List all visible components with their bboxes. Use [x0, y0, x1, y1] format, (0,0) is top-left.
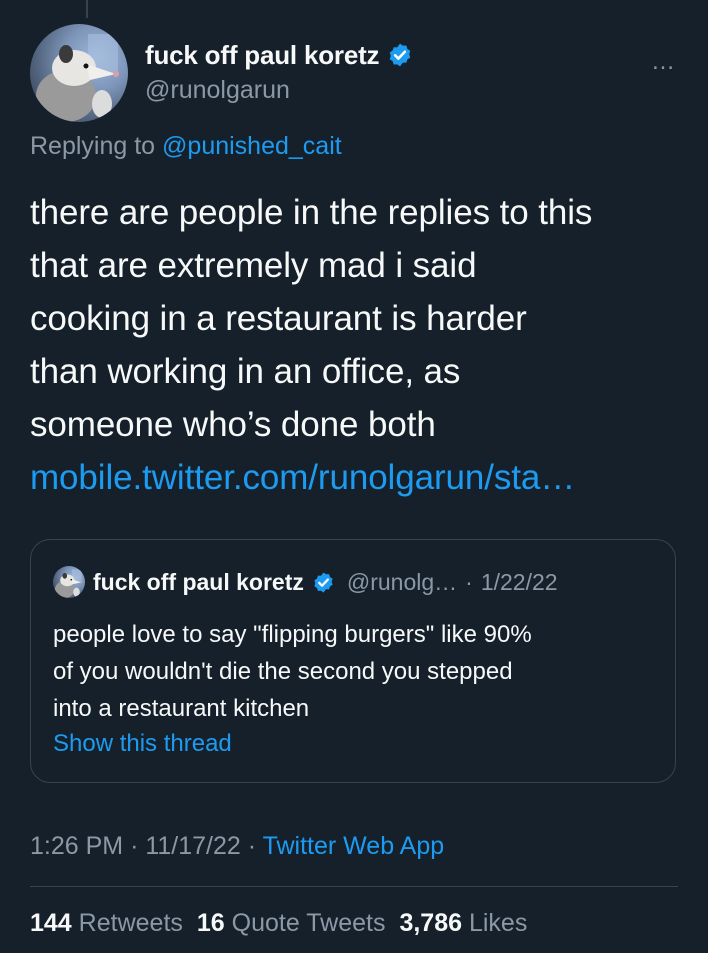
verified-badge-icon	[312, 571, 335, 594]
replying-to: Replying to @punished_cait	[30, 132, 342, 161]
stats-divider	[30, 886, 678, 887]
tweet-header: fuck off paul koretz @runolgarun …	[30, 24, 678, 124]
likes-label: Likes	[468, 909, 528, 937]
opossum-avatar-small-icon	[53, 566, 85, 598]
author-display-name[interactable]: fuck off paul koretz	[145, 40, 380, 71]
quoted-date: 1/22/22	[480, 568, 558, 595]
likes-count: 3,786	[399, 909, 463, 937]
quote-tweets-label: Quote Tweets	[231, 909, 386, 937]
tweet-text-line: that are extremely mad i said	[30, 246, 477, 285]
replying-to-mention[interactable]: @punished_cait	[162, 132, 342, 160]
display-name-row: fuck off paul koretz	[145, 38, 413, 72]
engagement-stats: 144 Retweets 16 Quote Tweets 3,786 Likes	[30, 909, 527, 938]
quoted-text-line: people love to say "flipping burgers" li…	[53, 621, 532, 648]
more-options-icon[interactable]: …	[651, 48, 676, 76]
tweet-text-line: someone who’s done both	[30, 405, 436, 444]
replying-to-prefix: Replying to	[30, 132, 156, 160]
meta-separator: ·	[130, 832, 139, 860]
tweet-text-line: than working in an office, as	[30, 352, 461, 391]
quoted-separator: ·	[465, 568, 473, 595]
tweet-text-line: there are people in the replies to this	[30, 193, 593, 232]
likes-stat[interactable]: 3,786 Likes	[399, 909, 527, 937]
meta-separator: ·	[247, 832, 257, 860]
quoted-display-name: fuck off paul koretz	[93, 568, 304, 595]
retweets-stat[interactable]: 144 Retweets	[30, 909, 183, 937]
author-names: fuck off paul koretz @runolgarun	[145, 38, 413, 105]
retweets-count: 144	[30, 909, 72, 937]
quoted-tweet-card[interactable]: fuck off paul koretz @runolg… · 1/22/22 …	[30, 539, 676, 783]
retweets-label: Retweets	[78, 909, 183, 937]
tweet-date[interactable]: 11/17/22	[145, 832, 240, 860]
tweet-link[interactable]: mobile.twitter.com/runolgarun/sta…	[30, 451, 690, 504]
quoted-handle: @runolg…	[346, 568, 458, 595]
tweet-source[interactable]: Twitter Web App	[263, 832, 445, 860]
verified-badge-icon	[387, 42, 413, 68]
tweet-text-line: cooking in a restaurant is harder	[30, 299, 527, 338]
opossum-avatar-icon[interactable]	[30, 24, 128, 122]
thread-connector-line	[86, 0, 88, 18]
quote-tweets-count: 16	[196, 909, 225, 937]
quote-tweets-stat[interactable]: 16 Quote Tweets	[197, 909, 386, 937]
quoted-tweet-body: people love to say "flipping burgers" li…	[53, 616, 653, 727]
quoted-text-line: of you wouldn't die the second you stepp…	[53, 658, 513, 685]
tweet-body: there are people in the replies to this …	[30, 186, 690, 504]
quoted-text-line: into a restaurant kitchen	[53, 695, 310, 722]
tweet-time[interactable]: 1:26 PM	[30, 832, 123, 860]
quoted-tweet-header: fuck off paul koretz @runolg… · 1/22/22	[53, 566, 558, 598]
show-thread-link[interactable]: Show this thread	[53, 730, 232, 758]
tweet-metadata: 1:26 PM · 11/17/22 · Twitter Web App	[30, 832, 444, 861]
author-handle[interactable]: @runolgarun	[145, 76, 413, 105]
